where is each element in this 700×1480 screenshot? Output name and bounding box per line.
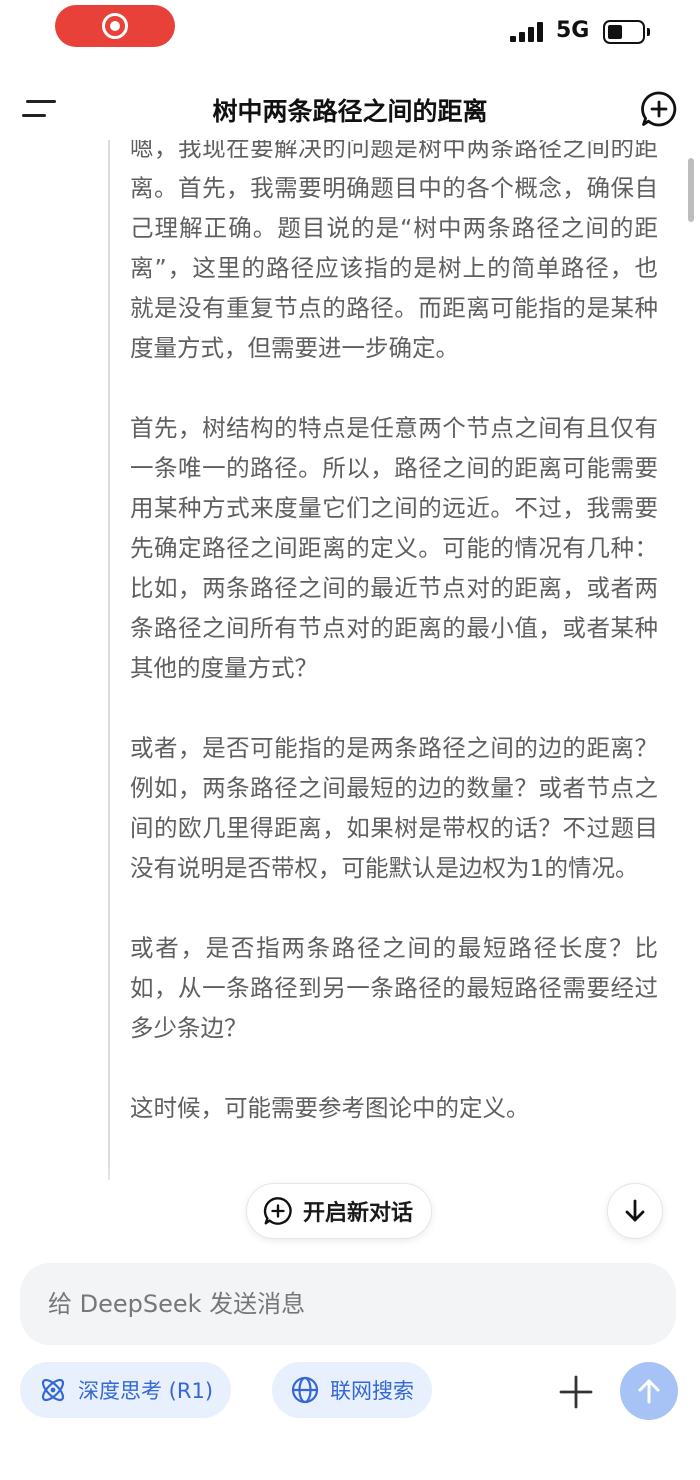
app-header: 树中两条路径之间的距离 (0, 70, 700, 150)
status-bar: 5G (0, 0, 700, 58)
battery-icon (603, 20, 650, 44)
chat-content[interactable]: 嗯，我现在要解决的问题是树中两条路径之间的距离。首先，我需要明确题目中的各个概念… (0, 140, 700, 1230)
thought-text: 嗯，我现在要解决的问题是树中两条路径之间的距离。首先，我需要明确题目中的各个概念… (130, 140, 658, 1168)
menu-icon-line (22, 114, 46, 117)
message-input[interactable] (48, 1290, 648, 1318)
signal-icon (510, 22, 543, 42)
scrollbar[interactable] (688, 158, 694, 222)
new-chat-icon (263, 1197, 292, 1225)
deep-think-toggle[interactable]: 深度思考 (R1) (20, 1362, 232, 1418)
thought-paragraph: 或者，是否指两条路径之间的最短路径长度？比如，从一条路径到另一条路径的最短路径需… (130, 934, 658, 1042)
screen: 5G 树中两条路径之间的距离 嗯，我现在要解决的问题是树中两条路径之间的距离。首… (0, 0, 700, 1480)
page-title: 树中两条路径之间的距离 (212, 97, 488, 126)
arrow-up-icon (638, 1379, 660, 1404)
menu-icon-line (26, 100, 56, 103)
thought-paragraph: 这时候，可能需要参考图论中的定义。 (130, 1094, 530, 1122)
screen-recording-indicator[interactable] (55, 5, 175, 47)
send-button[interactable] (620, 1362, 678, 1420)
thought-paragraph: 或者，是否可能指的是两条路径之间的边的距离？例如，两条路径之间最短的边的数量？或… (130, 734, 658, 882)
globe-icon (291, 1376, 319, 1404)
deep-think-label: 深度思考 (R1) (78, 1379, 214, 1403)
network-type: 5G (556, 18, 590, 43)
thought-paragraph: 嗯，我现在要解决的问题是树中两条路径之间的距离。首先，我需要明确题目中的各个概念… (130, 140, 658, 362)
new-chat-button[interactable] (640, 90, 678, 128)
plus-icon (559, 1375, 593, 1409)
scroll-to-bottom-button[interactable] (607, 1183, 663, 1239)
web-search-toggle[interactable]: 联网搜索 (272, 1362, 432, 1418)
message-input-box[interactable] (20, 1263, 676, 1345)
battery-level (608, 25, 623, 39)
arrow-down-icon (625, 1199, 645, 1222)
thought-divider (108, 140, 110, 1180)
record-icon (102, 13, 128, 39)
attach-button[interactable] (556, 1372, 596, 1412)
start-new-chat-button[interactable]: 开启新对话 (246, 1183, 433, 1239)
menu-button[interactable] (22, 96, 56, 122)
new-chat-icon (641, 91, 677, 127)
atom-icon (41, 1378, 65, 1402)
web-search-label: 联网搜索 (330, 1379, 414, 1403)
start-new-chat-label: 开启新对话 (303, 1201, 414, 1226)
thought-paragraph: 首先，树结构的特点是任意两个节点之间有且仅有一条唯一的路径。所以，路径之间的距离… (130, 414, 658, 682)
